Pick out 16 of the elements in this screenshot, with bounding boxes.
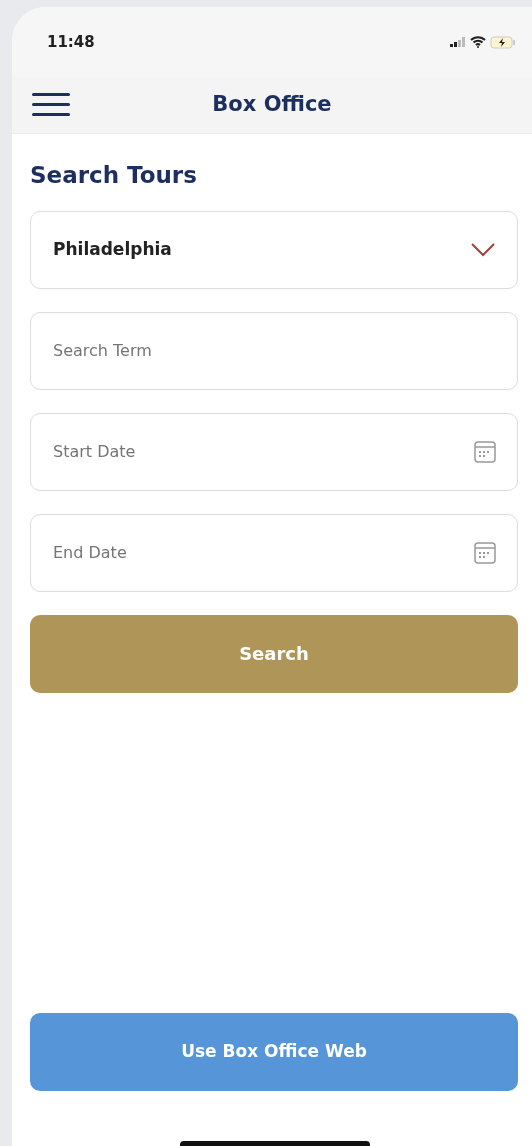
chevron-down-icon[interactable]: [471, 242, 495, 257]
section-heading: Search Tours: [30, 161, 198, 190]
signal-icon: [450, 37, 466, 47]
search-button[interactable]: Search: [30, 614, 518, 693]
calendar-icon[interactable]: [474, 541, 496, 564]
wifi-icon: [470, 36, 486, 48]
search-field[interactable]: Search Term: [30, 311, 518, 390]
date-field[interactable]: Start Date: [30, 412, 518, 491]
web-button[interactable]: Use Box Office Web: [30, 1013, 518, 1091]
menu-icon[interactable]: [32, 91, 72, 119]
battery-charging-icon: [490, 35, 516, 49]
screen-title: Box Office: [212, 91, 332, 119]
date-field[interactable]: End Date: [30, 513, 518, 592]
status-time: 11:48: [47, 31, 95, 53]
calendar-icon[interactable]: [474, 440, 496, 463]
city-dropdown[interactable]: Philadelphia: [30, 210, 518, 289]
